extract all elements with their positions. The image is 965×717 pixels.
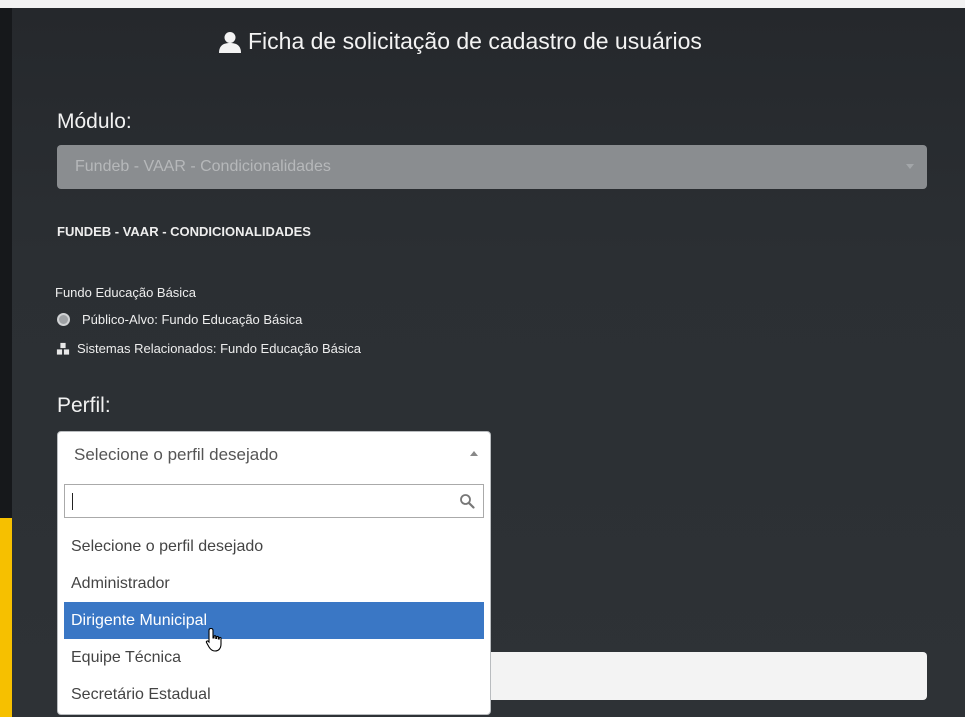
profile-search-input[interactable]	[65, 485, 461, 517]
profile-option[interactable]: Selecione o perfil desejado	[58, 528, 490, 565]
related-systems-text: Sistemas Relacionados: Fundo Educação Bá…	[77, 341, 361, 356]
window-top-bar	[0, 0, 965, 8]
accent-strip	[0, 518, 12, 717]
public-target-text: Público-Alvo: Fundo Educação Básica	[82, 312, 303, 327]
profile-option[interactable]: Administrador	[58, 565, 490, 602]
text-field[interactable]	[491, 652, 927, 700]
related-systems-row: Sistemas Relacionados: Fundo Educação Bá…	[56, 341, 361, 356]
module-select[interactable]: Fundeb - VAAR - Condicionalidades	[57, 145, 927, 189]
profile-select[interactable]: Selecione o perfil desejado	[58, 432, 490, 476]
target-dot-icon	[57, 313, 70, 326]
profile-option[interactable]: Equipe Técnica	[58, 639, 490, 676]
form-title: Ficha de solicitação de cadastro de usuá…	[218, 28, 702, 55]
text-cursor	[72, 493, 73, 510]
profile-option[interactable]: Secretário Estadual	[58, 676, 490, 713]
profile-select-dropdown[interactable]: Selecione o perfil desejado Selecione o …	[57, 431, 491, 715]
search-icon	[460, 494, 475, 509]
module-name-heading: FUNDEB - VAAR - CONDICIONALIDADES	[57, 224, 311, 239]
hand-pointer-icon	[205, 627, 222, 652]
chevron-up-icon	[470, 451, 478, 456]
module-label: Módulo:	[57, 110, 132, 133]
public-target-row: Público-Alvo: Fundo Educação Básica	[57, 312, 302, 327]
cubes-icon	[56, 341, 70, 355]
module-select-value: Fundeb - VAAR - Condicionalidades	[75, 158, 331, 175]
page-title: Ficha de solicitação de cadastro de usuá…	[248, 28, 702, 54]
user-icon	[219, 31, 241, 53]
profile-options-list: Selecione o perfil desejado Administrado…	[58, 528, 490, 713]
fund-name: Fundo Educação Básica	[55, 285, 196, 300]
profile-option-highlighted[interactable]: Dirigente Municipal	[64, 602, 484, 639]
chevron-down-icon	[906, 164, 914, 169]
profile-select-value: Selecione o perfil desejado	[74, 445, 279, 464]
profile-search-box[interactable]	[64, 484, 484, 518]
profile-label: Perfil:	[57, 394, 111, 417]
